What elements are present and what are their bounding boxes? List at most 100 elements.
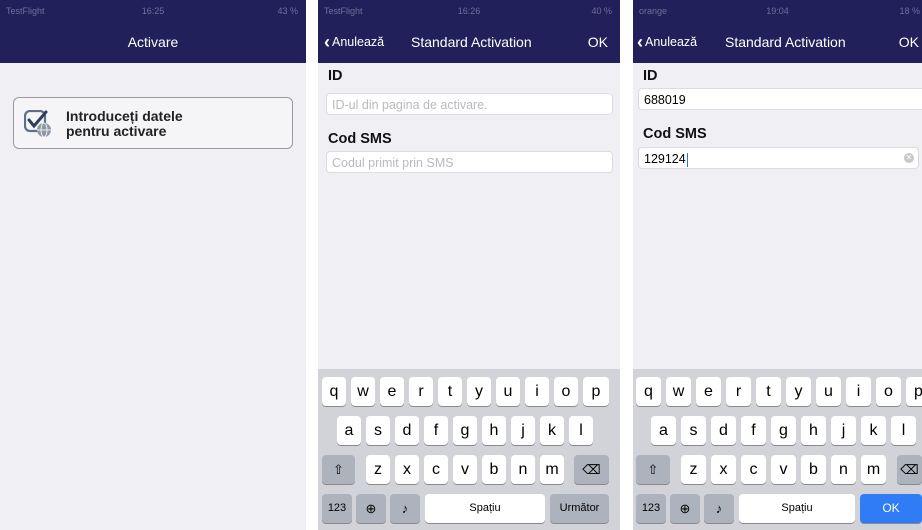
key[interactable]: e [380, 377, 404, 406]
navigation-bar: TestFlight 16:25 43 % Activare [0, 0, 306, 63]
ok-button[interactable]: OK [588, 34, 608, 50]
navigation-bar: orange 19:04 18 % ‹ Anulează Standard Ac… [633, 0, 922, 63]
backspace-icon: ⌫ [900, 462, 919, 477]
shift-icon: ⇧ [333, 462, 344, 477]
shift-key[interactable]: ⇧ [636, 455, 670, 484]
key[interactable]: u [496, 377, 520, 406]
space-key[interactable]: Spațiu [425, 494, 545, 523]
page-title: Activare [127, 34, 179, 50]
key[interactable]: r [409, 377, 433, 406]
next-key[interactable]: Următor [550, 494, 609, 523]
numbers-key[interactable]: 123 [322, 494, 352, 523]
status-battery: 40 % [591, 6, 612, 16]
microphone-key[interactable]: ♪ [704, 494, 734, 523]
cancel-label: Anulează [645, 35, 698, 49]
cancel-button[interactable]: ‹ Anulează [637, 32, 698, 52]
key[interactable]: t [438, 377, 462, 406]
key[interactable]: s [681, 416, 706, 445]
key[interactable]: l [891, 416, 916, 445]
key[interactable]: p [583, 377, 609, 406]
id-input[interactable]: 688019 [638, 88, 922, 110]
activation-screen: TestFlight 16:25 43 % Activare Introduce… [0, 0, 306, 530]
clear-icon[interactable]: ✕ [904, 153, 914, 163]
id-label: ID [643, 68, 658, 84]
id-input[interactable]: ID-ul din pagina de activare. [326, 93, 613, 115]
key[interactable]: f [424, 416, 448, 445]
key[interactable]: c [424, 455, 448, 484]
check-globe-icon [24, 110, 51, 138]
key[interactable]: b [801, 455, 826, 484]
key[interactable]: b [482, 455, 506, 484]
status-time: 16:26 [457, 6, 481, 16]
enter-activation-data-button[interactable]: Introduceți datele pentru activare [13, 97, 293, 149]
ok-button[interactable]: OK [899, 34, 919, 50]
backspace-key[interactable]: ⌫ [574, 455, 609, 484]
key[interactable]: x [395, 455, 419, 484]
key[interactable]: y [786, 377, 811, 406]
key[interactable]: q [636, 377, 661, 406]
key[interactable]: c [741, 455, 766, 484]
navigation-bar: TestFlight 16:26 40 % ‹ Anulează Standar… [318, 0, 620, 63]
key[interactable]: o [876, 377, 901, 406]
key[interactable]: i [525, 377, 549, 406]
sms-code-input[interactable]: Codul primit prin SMS [326, 151, 613, 173]
key[interactable]: r [726, 377, 751, 406]
backspace-key[interactable]: ⌫ [897, 455, 922, 484]
cancel-button[interactable]: ‹ Anulează [324, 32, 384, 52]
key[interactable]: k [861, 416, 886, 445]
space-key[interactable]: Spațiu [739, 494, 855, 523]
globe-icon: ⊕ [365, 501, 377, 516]
sms-code-input[interactable]: 129124 ✕ [638, 147, 919, 169]
sms-code-label: Cod SMS [328, 131, 392, 147]
key[interactable]: m [861, 455, 886, 484]
id-label: ID [328, 68, 343, 84]
key[interactable]: w [351, 377, 375, 406]
key[interactable]: m [540, 455, 564, 484]
key[interactable]: x [711, 455, 736, 484]
microphone-key[interactable]: ♪ [390, 494, 420, 523]
key[interactable]: v [453, 455, 477, 484]
globe-key[interactable]: ⊕ [356, 494, 386, 523]
shift-key[interactable]: ⇧ [322, 455, 355, 484]
chevron-left-icon: ‹ [637, 32, 643, 52]
key[interactable]: v [771, 455, 796, 484]
key[interactable]: f [741, 416, 766, 445]
key[interactable]: w [666, 377, 691, 406]
key[interactable]: h [482, 416, 506, 445]
key[interactable]: g [453, 416, 477, 445]
key[interactable]: z [681, 455, 706, 484]
key[interactable]: e [696, 377, 721, 406]
chevron-left-icon: ‹ [324, 32, 330, 52]
key[interactable]: j [511, 416, 535, 445]
key[interactable]: l [569, 416, 593, 445]
key[interactable]: z [366, 455, 390, 484]
key[interactable]: o [554, 377, 578, 406]
key[interactable]: d [711, 416, 736, 445]
key[interactable]: j [831, 416, 856, 445]
key[interactable]: a [651, 416, 676, 445]
key[interactable]: n [831, 455, 856, 484]
key[interactable]: i [846, 377, 871, 406]
status-battery: 43 % [277, 6, 298, 16]
key[interactable]: p [906, 377, 922, 406]
key[interactable]: k [540, 416, 564, 445]
key[interactable]: g [771, 416, 796, 445]
key[interactable]: u [816, 377, 841, 406]
key[interactable]: h [801, 416, 826, 445]
status-time: 16:25 [141, 6, 165, 16]
microphone-icon: ♪ [715, 501, 723, 516]
key[interactable]: t [756, 377, 781, 406]
status-battery: 18 % [899, 6, 920, 16]
key[interactable]: s [366, 416, 390, 445]
ok-key[interactable]: OK [860, 494, 922, 523]
numbers-key[interactable]: 123 [636, 494, 666, 523]
text-cursor [686, 152, 688, 167]
key[interactable]: d [395, 416, 419, 445]
status-bar: orange 19:04 18 % [633, 0, 922, 22]
key[interactable]: y [467, 377, 491, 406]
key[interactable]: n [511, 455, 535, 484]
key[interactable]: a [337, 416, 361, 445]
status-time: 19:04 [766, 6, 789, 16]
key[interactable]: q [322, 377, 346, 406]
globe-key[interactable]: ⊕ [670, 494, 700, 523]
